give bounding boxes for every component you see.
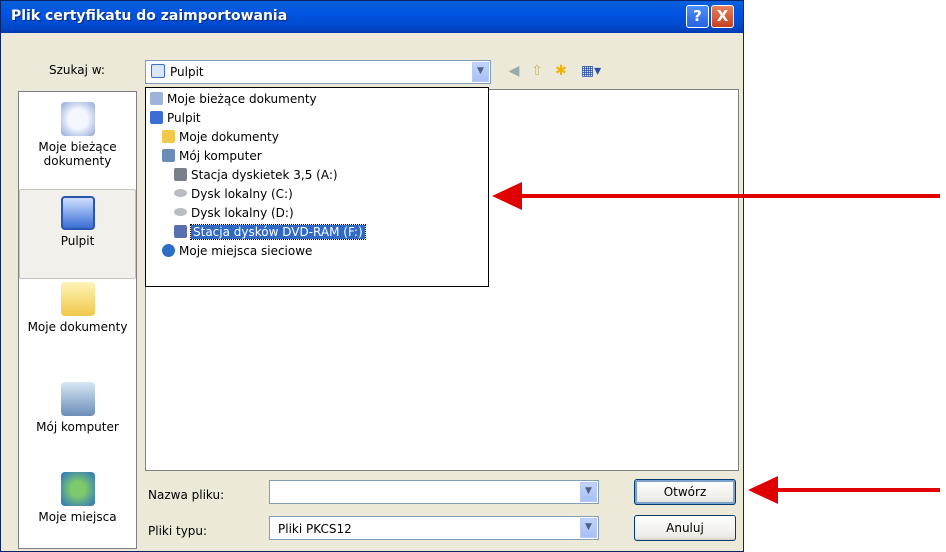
dropdown-item-selected[interactable]: Stacja dysków DVD-RAM (F:) (174, 223, 366, 242)
chevron-down-icon[interactable]: ▼ (580, 518, 597, 538)
place-label: Moje bieżące dokumenty (38, 140, 117, 168)
dropdown-item[interactable]: Moje miejsca sieciowe (162, 242, 312, 261)
annotation-arrow-dropdown (520, 194, 940, 198)
dropdown-item[interactable]: Dysk lokalny (C:) (174, 185, 293, 204)
places-bar: Moje bieżące dokumenty Pulpit Moje dokum… (18, 91, 137, 549)
annotation-arrow-open (776, 488, 940, 492)
place-recent-documents[interactable]: Moje bieżące dokumenty (19, 102, 136, 168)
window-title: Plik certyfikatu do zaimportowania (11, 8, 288, 24)
my-documents-icon (60, 282, 95, 316)
dropdown-item[interactable]: Dysk lokalny (D:) (174, 204, 294, 223)
back-icon[interactable]: ◀ (505, 62, 523, 80)
floppy-drive-icon (174, 168, 187, 181)
filetype-value: Pliki PKCS12 (278, 522, 352, 536)
desktop-icon (151, 64, 165, 78)
title-bar[interactable]: Plik certyfikatu do zaimportowania ? X (1, 1, 743, 33)
my-documents-icon (162, 130, 175, 143)
network-places-icon (162, 244, 175, 257)
filetype-select[interactable]: Pliki PKCS12 ▼ (269, 516, 599, 540)
desktop-icon (150, 111, 163, 124)
place-label: Mój komputer (36, 420, 119, 434)
chevron-down-icon[interactable]: ▼ (472, 62, 489, 82)
view-menu-icon[interactable]: ▦▾ (578, 62, 604, 80)
arrow-head-icon (748, 476, 778, 504)
place-my-documents[interactable]: Moje dokumenty (19, 282, 136, 334)
my-computer-icon (60, 382, 95, 416)
close-button[interactable]: X (711, 5, 734, 28)
hard-disk-icon (174, 189, 187, 197)
open-button[interactable]: Otwórz (634, 479, 736, 505)
recent-documents-icon (60, 102, 95, 136)
filename-label: Nazwa pliku: (148, 488, 225, 502)
place-my-computer[interactable]: Mój komputer (19, 382, 136, 434)
file-open-dialog: Plik certyfikatu do zaimportowania ? X S… (0, 0, 744, 552)
new-folder-icon[interactable]: ✱ (552, 62, 570, 80)
dropdown-item[interactable]: Pulpit (150, 109, 201, 128)
lookin-combo[interactable]: Pulpit ▼ (145, 60, 491, 84)
help-button[interactable]: ? (686, 5, 709, 28)
chevron-down-icon[interactable]: ▼ (580, 482, 597, 502)
recent-documents-icon (150, 92, 163, 105)
place-label: Pulpit (60, 234, 95, 248)
up-folder-icon[interactable]: ⇧ (528, 62, 546, 80)
cancel-button[interactable]: Anuluj (634, 515, 736, 541)
place-label: Moje miejsca (38, 510, 117, 524)
hard-disk-icon (174, 208, 187, 216)
lookin-label: Szukaj w: (49, 63, 105, 77)
lookin-dropdown-list[interactable]: Moje bieżące dokumenty Pulpit Moje dokum… (145, 87, 489, 287)
filename-field[interactable]: ▼ (269, 480, 599, 504)
dropdown-item[interactable]: Mój komputer (162, 147, 262, 166)
lookin-value: Pulpit (170, 65, 204, 79)
filetype-label: Pliki typu: (148, 524, 208, 538)
dropdown-item[interactable]: Stacja dyskietek 3,5 (A:) (174, 166, 338, 185)
place-desktop[interactable]: Pulpit (19, 189, 136, 279)
arrow-head-icon (492, 182, 522, 210)
dropdown-item[interactable]: Moje bieżące dokumenty (150, 90, 317, 109)
dvd-drive-icon (174, 225, 187, 238)
network-places-icon (60, 472, 95, 506)
dropdown-item[interactable]: Moje dokumenty (162, 128, 279, 147)
place-label: Moje dokumenty (27, 320, 128, 334)
place-network[interactable]: Moje miejsca (19, 472, 136, 524)
desktop-icon (60, 196, 95, 230)
my-computer-icon (162, 149, 175, 162)
